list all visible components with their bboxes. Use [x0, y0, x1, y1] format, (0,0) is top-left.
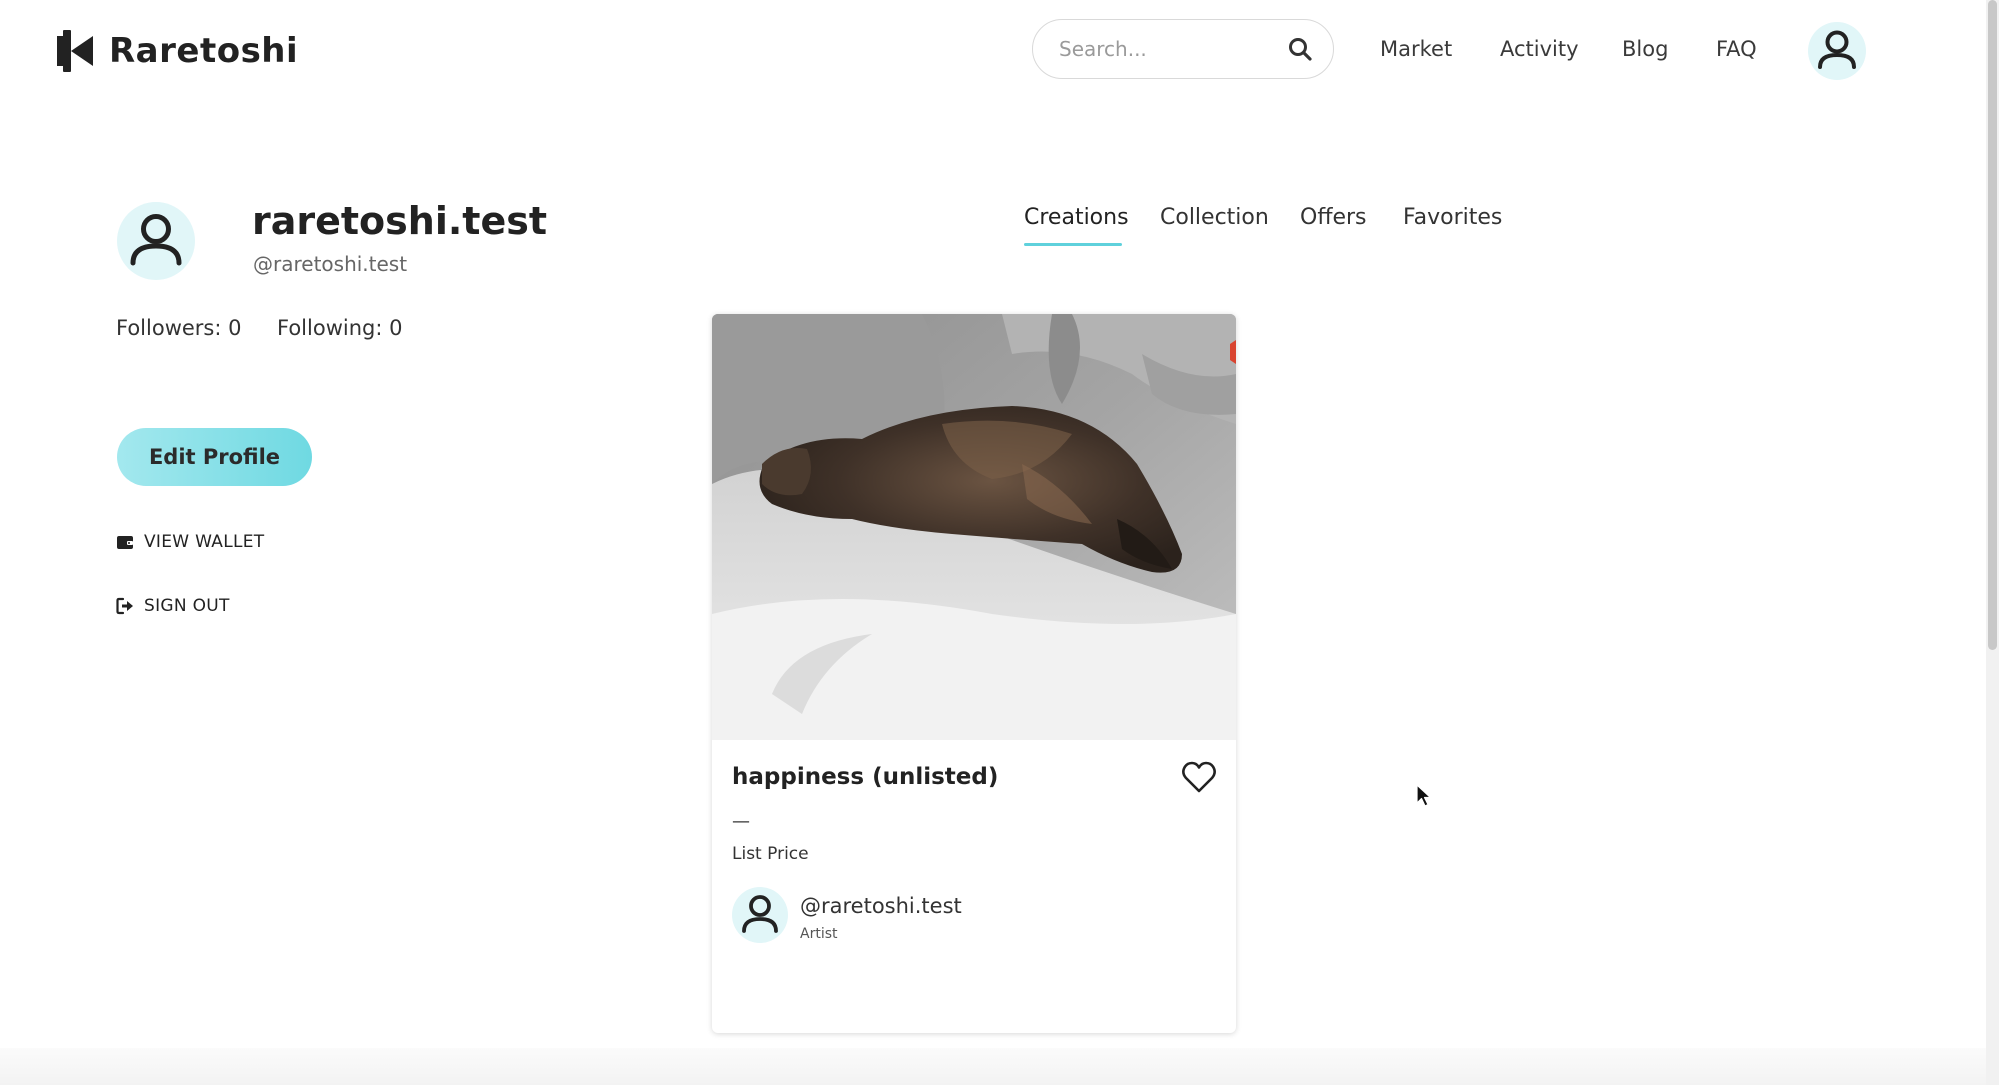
scrollbar-thumb[interactable]	[1988, 0, 1997, 650]
profile-handle: @raretoshi.test	[253, 252, 408, 276]
user-avatar-icon	[742, 895, 778, 933]
tab-favorites[interactable]: Favorites	[1403, 201, 1502, 235]
search-input[interactable]	[1057, 36, 1287, 62]
tab-creations[interactable]: Creations	[1024, 201, 1129, 235]
logo-text: Raretoshi	[109, 31, 299, 71]
edit-profile-button[interactable]: Edit Profile	[117, 428, 312, 486]
artist-role: Artist	[800, 926, 838, 942]
user-avatar-icon	[130, 214, 182, 266]
header-user-avatar[interactable]	[1808, 22, 1866, 80]
followers-count[interactable]: Followers: 0	[116, 316, 241, 340]
nav-activity[interactable]: Activity	[1500, 34, 1579, 64]
user-avatar-icon	[1818, 30, 1856, 69]
view-wallet-link[interactable]: VIEW WALLET	[116, 532, 264, 552]
sign-out-label: SIGN OUT	[144, 596, 230, 616]
footer-strip	[0, 1048, 1986, 1085]
nav-faq[interactable]: FAQ	[1716, 34, 1757, 64]
search-bar[interactable]	[1032, 19, 1334, 79]
sign-out-icon	[116, 597, 133, 615]
logo-link[interactable]: Raretoshi	[57, 28, 298, 74]
wallet-icon	[117, 536, 133, 549]
following-count[interactable]: Following: 0	[277, 316, 402, 340]
artist-handle-link[interactable]: @raretoshi.test	[800, 894, 962, 918]
profile-avatar	[117, 202, 195, 280]
tab-collection[interactable]: Collection	[1160, 201, 1269, 235]
artwork-title[interactable]: happiness (unlisted)	[732, 760, 998, 794]
artwork-image[interactable]	[712, 314, 1236, 740]
list-price-label: List Price	[732, 844, 809, 864]
search-icon[interactable]	[1287, 36, 1313, 62]
nav-blog[interactable]: Blog	[1622, 34, 1668, 64]
profile-name: raretoshi.test	[252, 199, 548, 243]
heart-icon[interactable]	[1181, 760, 1217, 794]
mouse-cursor-icon	[1416, 784, 1432, 807]
tab-offers[interactable]: Offers	[1300, 201, 1367, 235]
page-scrollbar[interactable]	[1986, 0, 1999, 1085]
nav-market[interactable]: Market	[1380, 34, 1452, 64]
view-wallet-label: VIEW WALLET	[144, 532, 265, 552]
raretoshi-logo-icon	[57, 30, 93, 72]
tab-active-indicator	[1024, 243, 1122, 246]
sign-out-link[interactable]: SIGN OUT	[116, 596, 230, 616]
list-price-value: —	[732, 811, 750, 832]
artist-avatar[interactable]	[732, 887, 788, 943]
artwork-card[interactable]: happiness (unlisted) — List Price @raret…	[712, 314, 1236, 1033]
